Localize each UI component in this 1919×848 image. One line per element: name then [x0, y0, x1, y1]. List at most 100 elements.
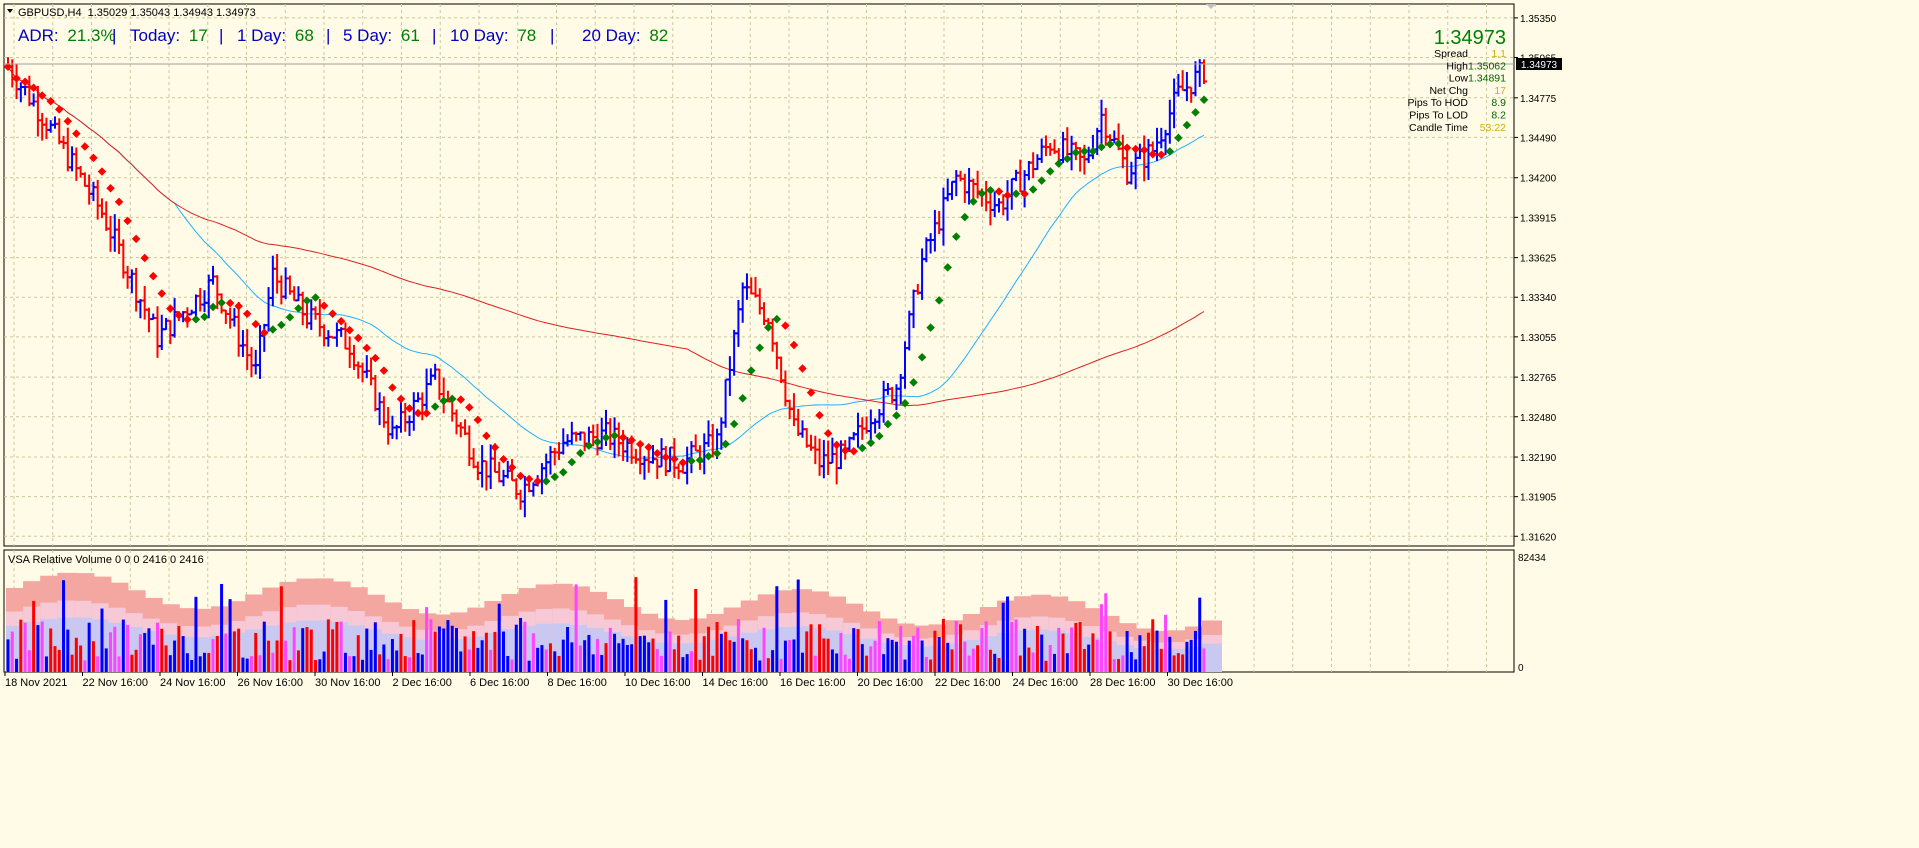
volume-bar — [211, 639, 215, 672]
volume-bar — [134, 649, 138, 672]
volume-bar — [835, 653, 839, 672]
volume-bar — [732, 641, 736, 672]
volume-bar — [10, 631, 14, 672]
info-label: High — [1446, 60, 1468, 72]
volume-bar — [168, 655, 172, 672]
volume-bar — [698, 659, 702, 672]
volume-bar — [403, 656, 407, 672]
volume-bar — [356, 635, 360, 672]
volume-bar — [390, 639, 394, 672]
volume-bar — [826, 638, 830, 672]
volume-bar — [207, 652, 211, 672]
volume-bar — [963, 641, 967, 672]
volume-bar — [912, 635, 916, 672]
volume-bar — [1164, 614, 1168, 672]
volume-bar — [181, 636, 185, 672]
volume-bar — [1142, 646, 1146, 672]
time-axis: 18 Nov 2021 22 Nov 16:00 24 Nov 16:00 26 No… — [4, 672, 1233, 689]
volume-bar — [754, 647, 757, 672]
volume-bar — [617, 643, 621, 672]
volume-bar — [87, 622, 91, 672]
volume-bar — [83, 660, 87, 672]
volume-bar — [877, 621, 881, 672]
volume-min-label: 0 — [1518, 663, 1524, 674]
volume-bar — [813, 655, 817, 672]
info-value: 17 — [1494, 85, 1506, 97]
volume-bar — [954, 621, 958, 672]
volume-bar — [745, 640, 749, 672]
volume-bar — [425, 607, 429, 672]
volume-bar — [455, 628, 458, 672]
time-tick-label: 6 Dec 16:00 — [470, 677, 529, 689]
volume-bar — [1087, 644, 1091, 672]
info-label: Pips To LOD — [1409, 110, 1468, 122]
info-value: 8.2 — [1491, 110, 1506, 122]
volume-bar — [288, 660, 292, 672]
volume-bar — [792, 639, 796, 672]
time-tick-label: 2 Dec 16:00 — [393, 677, 452, 689]
volume-bar — [386, 659, 390, 672]
volume-bar — [497, 603, 501, 672]
volume-bar — [869, 646, 873, 672]
volume-bar — [1181, 654, 1185, 672]
time-tick-label: 28 Dec 16:00 — [1090, 677, 1155, 689]
volume-bar — [988, 649, 992, 672]
volume-bar — [711, 655, 715, 672]
volume-bar — [1057, 627, 1061, 672]
volume-bar — [933, 630, 937, 672]
volume-bar — [1189, 639, 1193, 672]
volume-bar — [1146, 632, 1150, 672]
volume-bar — [762, 627, 766, 672]
volume-bar — [796, 579, 800, 672]
volume-bar — [331, 629, 335, 672]
volume-bar — [843, 654, 847, 672]
volume-bar — [484, 632, 488, 672]
volume-bar — [510, 659, 514, 672]
volume-bar — [553, 651, 557, 672]
volume-bar — [70, 654, 74, 672]
info-price: 1.34973 — [1434, 27, 1506, 49]
volume-bar — [621, 638, 625, 672]
volume-bar — [254, 632, 258, 672]
volume-bar — [36, 625, 40, 672]
volume-bar — [890, 639, 894, 672]
volume-bar — [540, 645, 544, 672]
volume-bar — [570, 642, 574, 672]
volume-bar — [472, 631, 476, 672]
volume-bar — [847, 658, 851, 672]
volume-bar — [463, 636, 467, 672]
volume-bar — [758, 660, 762, 672]
volume-max-label: 82434 — [1518, 553, 1546, 564]
main-panel — [3, 3, 1515, 547]
info-value: 1.1 — [1491, 48, 1506, 60]
volume-bar — [766, 658, 770, 672]
volume-bar — [574, 584, 578, 672]
trading-chart[interactable]: GBPUSD,H4 1.35029 1.35043 1.34943 1.34973… — [0, 0, 1919, 848]
volume-bar — [587, 634, 591, 672]
volume-bar — [984, 621, 988, 672]
volume-bar — [138, 634, 142, 672]
price-tick-label: 1.32190 — [1520, 453, 1557, 464]
volume-bar — [412, 620, 416, 672]
volume-bar — [1138, 635, 1142, 672]
volume-bar — [15, 658, 19, 672]
volume-bar — [899, 626, 903, 672]
volume-bar — [480, 640, 484, 672]
volume-bar — [245, 658, 249, 672]
price-axis: 1.353501.350651.347751.344901.342001.339… — [1514, 14, 1557, 543]
volume-bar — [608, 627, 612, 672]
volume-bar — [271, 652, 275, 672]
volume-bar — [322, 651, 326, 672]
info-value: 8.9 — [1491, 97, 1506, 109]
volume-bar — [292, 627, 296, 672]
volume-bar — [1202, 648, 1206, 672]
volume-bar — [600, 654, 604, 672]
volume-bar — [924, 656, 928, 672]
volume-bar — [941, 618, 945, 672]
volume-bar — [446, 620, 450, 672]
volume-bar — [121, 619, 125, 672]
volume-bar — [519, 617, 523, 672]
volume-bar — [339, 621, 343, 672]
volume-bar — [501, 631, 505, 672]
volume-bar — [566, 626, 570, 672]
